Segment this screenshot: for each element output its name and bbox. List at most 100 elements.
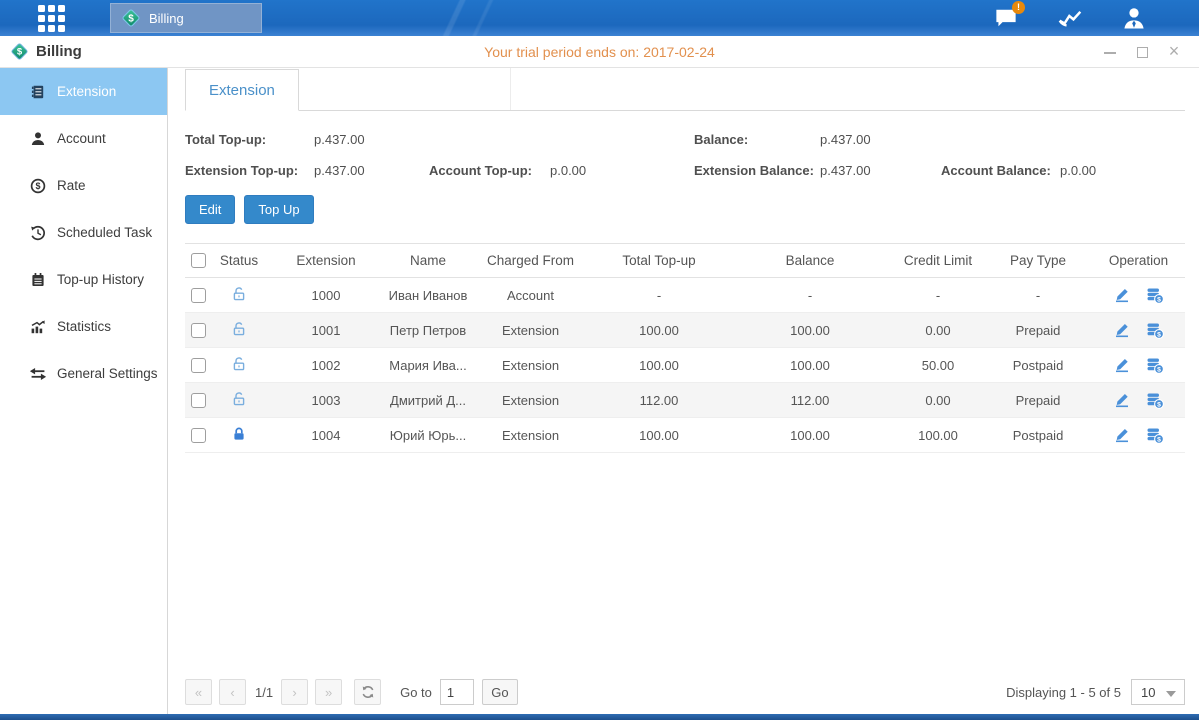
sidebar-item-account[interactable]: Account (0, 115, 167, 162)
page-size-value: 10 (1141, 685, 1155, 700)
top-up-row-icon[interactable]: $ (1146, 287, 1164, 304)
sidebar-item-label: Account (57, 131, 106, 146)
extension-number: 1004 (267, 428, 385, 443)
sidebar-item-extension[interactable]: Extension (0, 68, 167, 115)
total-topup: - (590, 288, 728, 303)
locked-icon (231, 426, 247, 445)
row-checkbox[interactable] (191, 323, 206, 338)
sidebar-item-label: Statistics (57, 319, 111, 334)
sidebar-item-statistics[interactable]: Statistics (0, 303, 167, 350)
first-page-button[interactable]: « (185, 679, 212, 705)
prev-page-button[interactable]: ‹ (219, 679, 246, 705)
sidebar-item-scheduled-task[interactable]: Scheduled Task (0, 209, 167, 256)
unlocked-icon (231, 391, 247, 410)
charged-from: Extension (471, 323, 590, 338)
summary-label: Account Balance: (941, 163, 1060, 178)
top-up-row-icon[interactable]: $ (1146, 427, 1164, 444)
edit-row-icon[interactable] (1114, 427, 1130, 443)
displaying-text: Displaying 1 - 5 of 5 (1006, 685, 1121, 700)
sidebar-item-general-settings[interactable]: General Settings (0, 350, 167, 397)
close-button[interactable]: × (1167, 45, 1181, 59)
credit-limit: 100.00 (892, 428, 984, 443)
summary-label: Balance: (694, 132, 820, 147)
svg-text:$: $ (1157, 401, 1161, 408)
taskbar-status-icons: ! (993, 6, 1147, 30)
edit-row-icon[interactable] (1114, 357, 1130, 373)
row-checkbox[interactable] (191, 428, 206, 443)
top-up-button[interactable]: Top Up (244, 195, 313, 224)
notebook-icon (30, 272, 46, 288)
edit-row-icon[interactable] (1114, 287, 1130, 303)
edit-button[interactable]: Edit (185, 195, 235, 224)
total-topup: 100.00 (590, 428, 728, 443)
extension-name: Иван Иванов (385, 288, 471, 303)
column-header: Operation (1092, 253, 1185, 268)
tab-strip: Extension (185, 68, 1185, 111)
edit-row-icon[interactable] (1114, 392, 1130, 408)
ledger-icon (30, 84, 46, 100)
taskbar-tab-label: Billing (149, 11, 184, 26)
sidebar-item-topup-history[interactable]: Top-up History (0, 256, 167, 303)
bar-chart-icon (30, 319, 46, 335)
unlocked-icon (231, 321, 247, 340)
top-up-row-icon[interactable]: $ (1146, 322, 1164, 339)
extension-number: 1003 (267, 393, 385, 408)
row-checkbox[interactable] (191, 393, 206, 408)
row-checkbox[interactable] (191, 288, 206, 303)
summary-label: Account Top-up: (429, 163, 550, 178)
edit-row-icon[interactable] (1114, 322, 1130, 338)
table-row[interactable]: 1004 Юрий Юрь... Extension 100.00 100.00… (185, 418, 1185, 453)
column-header: Pay Type (984, 253, 1092, 268)
tab-strip-spacer (299, 68, 511, 110)
refresh-button[interactable] (354, 679, 381, 705)
balance: 100.00 (728, 358, 892, 373)
table-row[interactable]: 1000 Иван Иванов Account - - - - $ (185, 278, 1185, 313)
last-page-button[interactable]: » (315, 679, 342, 705)
top-up-row-icon[interactable]: $ (1146, 392, 1164, 409)
svg-text:$: $ (35, 181, 40, 191)
maximize-button[interactable] (1135, 45, 1149, 59)
sidebar-item-rate[interactable]: $ Rate (0, 162, 167, 209)
svg-text:$: $ (1157, 331, 1161, 338)
balance: - (728, 288, 892, 303)
account-icon[interactable] (1121, 6, 1147, 30)
page-size-dropdown[interactable]: 10 (1131, 679, 1185, 705)
app-launcher-grid-icon[interactable] (34, 3, 68, 33)
messages-icon[interactable]: ! (993, 6, 1019, 30)
go-button[interactable]: Go (482, 679, 518, 705)
next-page-button[interactable]: › (281, 679, 308, 705)
svg-text:$: $ (128, 13, 134, 24)
top-up-row-icon[interactable]: $ (1146, 357, 1164, 374)
minimize-button[interactable] (1103, 45, 1117, 59)
charged-from: Account (471, 288, 590, 303)
pay-type: Postpaid (984, 358, 1092, 373)
svg-text:$: $ (1157, 436, 1161, 443)
table-row[interactable]: 1001 Петр Петров Extension 100.00 100.00… (185, 313, 1185, 348)
table-row[interactable]: 1003 Дмитрий Д... Extension 112.00 112.0… (185, 383, 1185, 418)
notification-badge: ! (1012, 1, 1025, 14)
main-panel: Extension Total Top-up: p.437.00 Balance… (168, 68, 1199, 714)
extension-name: Мария Ива... (385, 358, 471, 373)
summary-label: Total Top-up: (185, 132, 314, 147)
select-all-checkbox[interactable] (191, 253, 206, 268)
balance-summary: Total Top-up: p.437.00 Balance: p.437.00… (185, 124, 1185, 186)
column-header: Name (385, 253, 471, 268)
credit-limit: 0.00 (892, 393, 984, 408)
unlocked-icon (231, 286, 247, 305)
column-header: Status (211, 253, 267, 268)
sidebar-item-label: Top-up History (57, 272, 144, 287)
taskbar-tab-billing[interactable]: $ Billing (110, 3, 262, 33)
column-header: Credit Limit (892, 253, 984, 268)
summary-value: p.437.00 (820, 163, 941, 178)
resource-monitor-icon[interactable] (1057, 6, 1083, 30)
tab-extension[interactable]: Extension (185, 69, 299, 111)
table-row[interactable]: 1002 Мария Ива... Extension 100.00 100.0… (185, 348, 1185, 383)
goto-page-input[interactable] (440, 679, 474, 705)
trial-notice: Your trial period ends on: 2017-02-24 (0, 44, 1199, 60)
credit-limit: 0.00 (892, 323, 984, 338)
charged-from: Extension (471, 393, 590, 408)
row-checkbox[interactable] (191, 358, 206, 373)
sidebar-item-label: Scheduled Task (57, 225, 152, 240)
summary-value: p.437.00 (314, 132, 429, 147)
total-topup: 112.00 (590, 393, 728, 408)
